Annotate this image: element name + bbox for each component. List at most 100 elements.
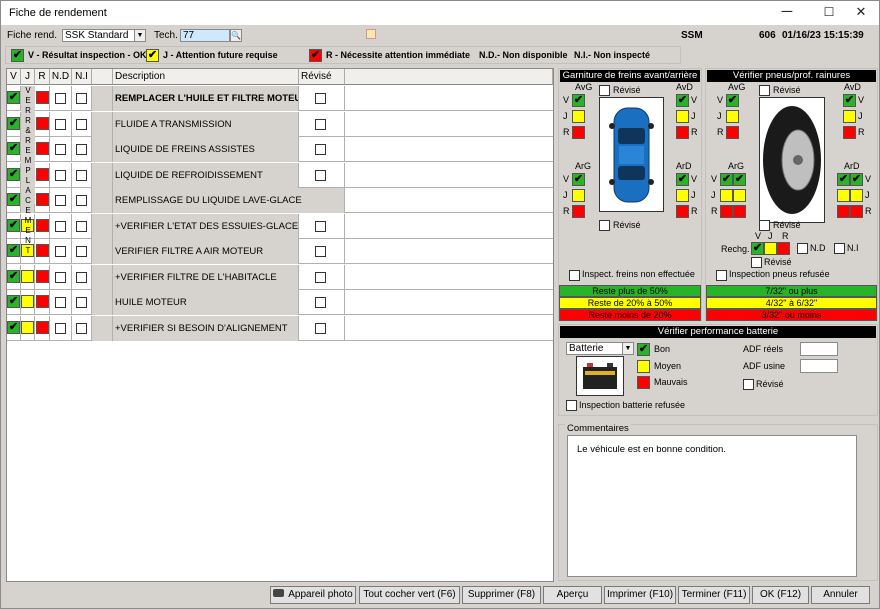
r-cell[interactable] [35,264,50,290]
r-cell[interactable] [35,137,50,162]
revise-checkbox[interactable] [315,93,326,104]
v-check-box[interactable]: ✔ [7,269,20,283]
v-cell[interactable]: ✔ [7,86,21,111]
ni-cell[interactable] [72,239,92,264]
tires-ard-j-box[interactable] [837,189,850,202]
tires-arg-v-box[interactable]: ✔ [733,173,746,186]
tires-ard-r-box[interactable] [837,205,850,218]
nd-checkbox[interactable] [55,144,66,155]
battery-bon-box[interactable]: ✔ [637,343,650,356]
revise-cell[interactable] [299,86,345,111]
v-check-box[interactable]: ✔ [7,218,20,232]
v-cell[interactable]: ✔ [7,239,21,264]
revise-cell[interactable] [299,239,345,264]
r-cell[interactable] [35,213,50,239]
brakes-arg-v-box[interactable]: ✔ [572,173,585,186]
v-check-box[interactable]: ✔ [7,295,20,308]
r-box[interactable] [36,244,49,257]
nd-checkbox[interactable] [55,93,66,104]
ni-checkbox[interactable] [76,93,87,104]
adf-reels-input[interactable] [800,342,838,356]
brakes-avd-j-box[interactable] [676,110,689,123]
r-cell[interactable] [35,188,50,213]
tires-avg-v-box[interactable]: ✔ [726,94,739,107]
tires-avg-j-box[interactable] [726,110,739,123]
nd-checkbox[interactable] [55,322,66,334]
brakes-avg-v-box[interactable]: ✔ [572,94,585,107]
preview-button[interactable]: Aperçu [543,586,602,604]
v-check-box[interactable]: ✔ [7,142,20,155]
v-cell[interactable]: ✔ [7,315,21,341]
r-box[interactable] [36,193,49,206]
check-all-green-button[interactable]: Tout cocher vert (F6) [359,586,460,604]
nd-cell[interactable] [50,315,72,341]
v-check-box[interactable]: ✔ [7,244,20,257]
revise-checkbox[interactable] [315,144,326,155]
brakes-ard-r-box[interactable] [676,205,689,218]
ni-checkbox[interactable] [76,246,87,257]
v-cell[interactable]: ✔ [7,137,21,162]
ni-checkbox[interactable] [76,195,87,206]
rechg-revise-checkbox[interactable] [751,257,762,268]
rechg-nd-checkbox[interactable] [797,243,808,254]
ni-cell[interactable] [72,188,92,213]
tires-refused-checkbox[interactable] [716,270,727,281]
battery-moyen-box[interactable] [637,360,650,373]
revise-checkbox[interactable] [315,169,326,181]
comments-textarea[interactable]: Le véhicule est en bonne condition. [567,435,857,577]
nd-checkbox[interactable] [55,220,66,232]
brakes-arg-j-box[interactable] [572,189,585,202]
ni-cell[interactable] [72,213,92,239]
adf-usine-input[interactable] [800,359,838,373]
nd-checkbox[interactable] [55,297,66,308]
rechg-r-box[interactable] [777,242,790,255]
print-button[interactable]: Imprimer (F10) [604,586,676,604]
tires-ard-j-box[interactable] [850,189,863,202]
nd-cell[interactable] [50,264,72,290]
revise-checkbox[interactable] [315,220,326,232]
battery-revise-checkbox[interactable] [743,379,754,390]
j-box[interactable] [21,269,34,283]
ni-checkbox[interactable] [76,169,87,181]
tires-ard-r-box[interactable] [850,205,863,218]
j-cell[interactable] [21,264,35,290]
tires-avg-r-box[interactable] [726,126,739,139]
tires-arg-j-box[interactable] [720,189,733,202]
revise-cell[interactable] [299,264,345,290]
r-cell[interactable] [35,239,50,264]
tires-arg-r-box[interactable] [733,205,746,218]
brakes-avd-r-box[interactable] [676,126,689,139]
fiche-select[interactable]: SSK Standard ▼ [62,29,146,42]
ni-cell[interactable] [72,162,92,188]
revise-checkbox[interactable] [315,118,326,130]
delete-button[interactable]: Supprimer (F8) [462,586,541,604]
v-check-box[interactable]: ✔ [7,91,20,104]
r-box[interactable] [36,167,49,181]
rechg-j-box[interactable] [764,242,777,255]
ni-checkbox[interactable] [76,297,87,308]
nd-checkbox[interactable] [55,246,66,257]
brakes-ard-j-box[interactable] [676,189,689,202]
brakes-not-done-checkbox[interactable] [569,270,580,281]
tires-avd-r-box[interactable] [843,126,856,139]
revise-checkbox[interactable] [315,246,326,257]
nd-cell[interactable] [50,239,72,264]
r-cell[interactable] [35,86,50,111]
ni-checkbox[interactable] [76,144,87,155]
revise-checkbox[interactable] [315,322,326,334]
revise-cell[interactable] [299,111,345,137]
rechg-ni-checkbox[interactable] [834,243,845,254]
close-button[interactable]: ✕ [843,1,879,25]
brakes-ard-v-box[interactable]: ✔ [676,173,689,186]
revise-cell[interactable] [299,290,345,315]
nd-checkbox[interactable] [55,271,66,283]
r-box[interactable] [36,320,49,334]
j-box[interactable] [21,320,34,334]
search-icon[interactable]: 🔍 [230,29,242,42]
r-cell[interactable] [35,111,50,137]
nd-checkbox[interactable] [55,195,66,206]
ni-cell[interactable] [72,290,92,315]
revise-cell[interactable] [299,162,345,188]
revise-checkbox[interactable] [315,271,326,283]
v-cell[interactable]: ✔ [7,290,21,315]
